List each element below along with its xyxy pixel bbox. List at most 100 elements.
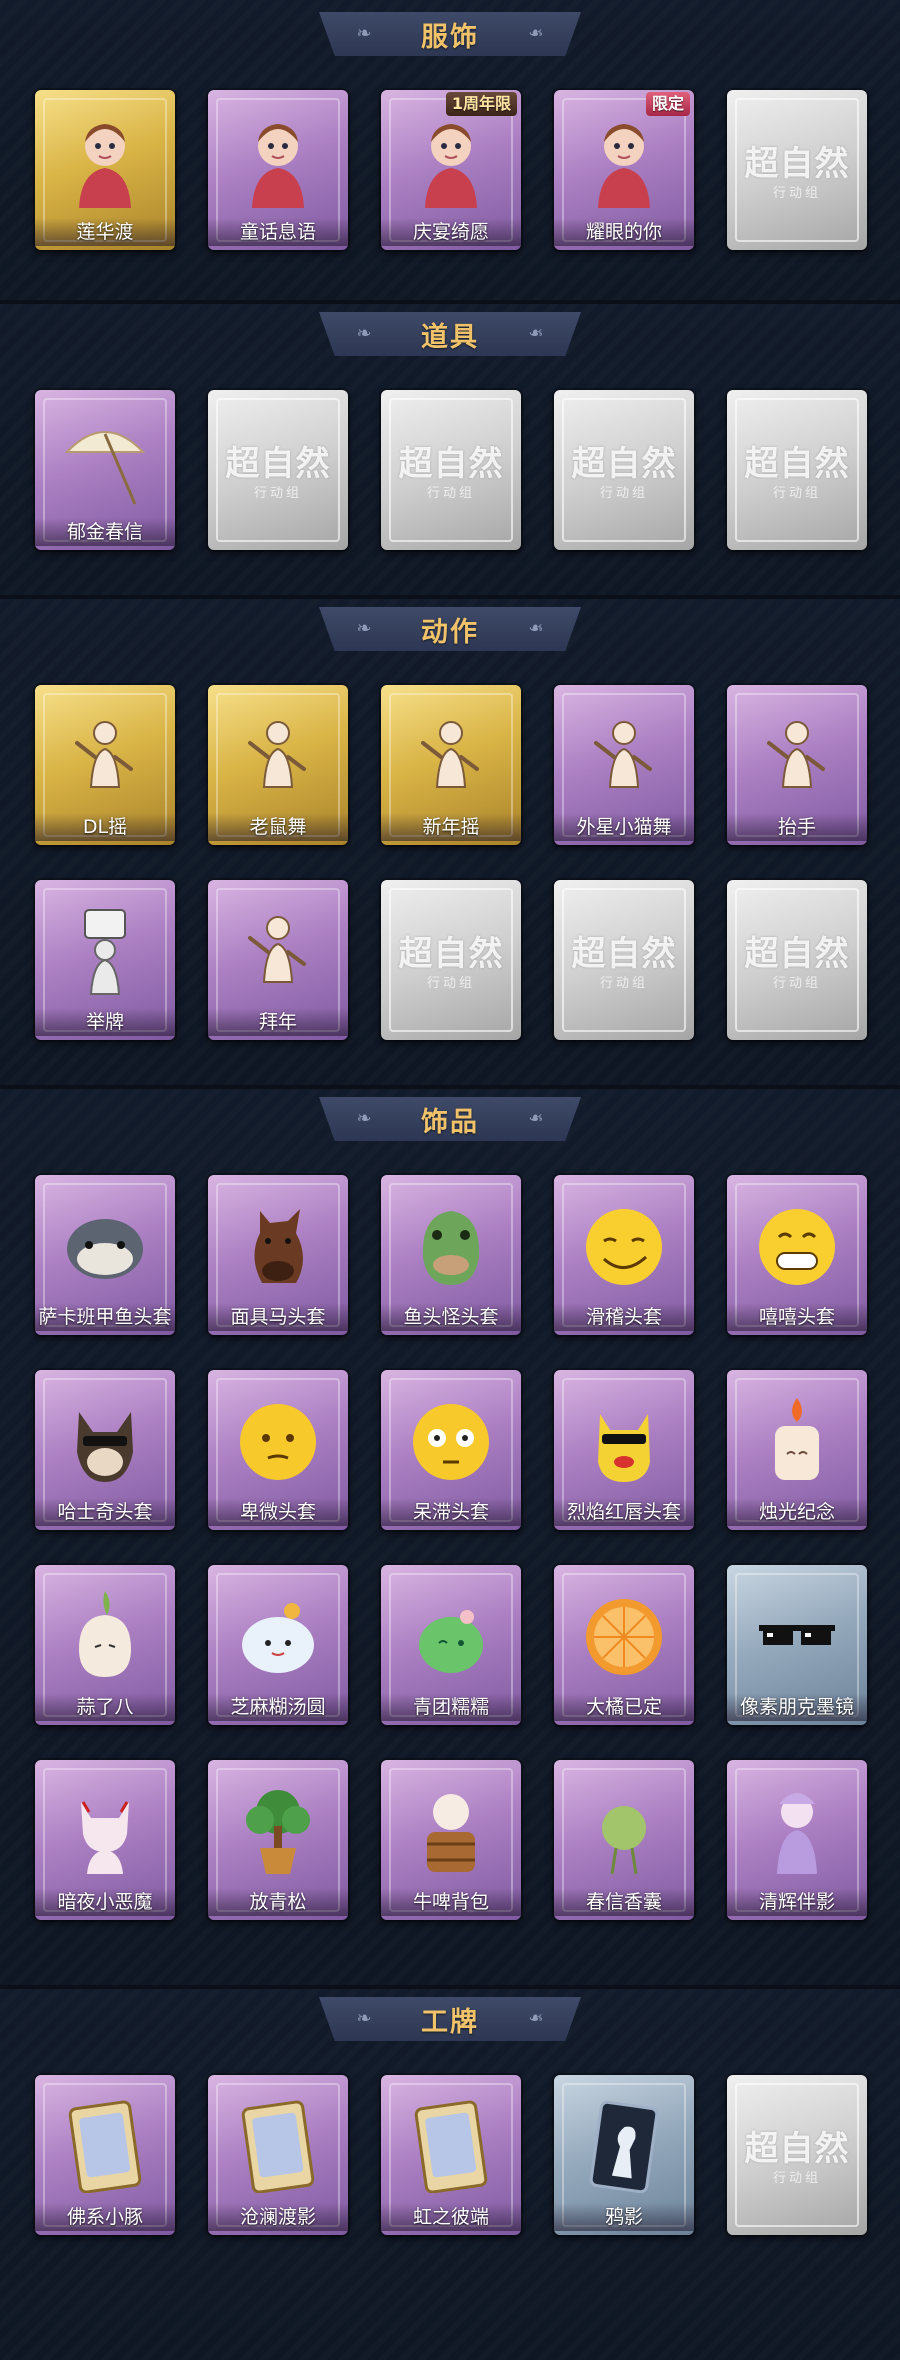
empty-item-slot[interactable]: 超自然 行动组 <box>208 390 348 550</box>
item-card[interactable]: 耀眼的你 限定 <box>554 90 694 250</box>
cow-barrel-icon <box>427 1794 475 1872</box>
item-card[interactable]: 面具马头套 <box>208 1175 348 1335</box>
item-name: 像素朋克墨镜 <box>727 1693 867 1721</box>
empty-item-slot[interactable]: 超自然 行动组 <box>727 390 867 550</box>
item-card[interactable]: 鱼头怪头套 <box>381 1175 521 1335</box>
item-name: 莲华渡 <box>35 218 175 246</box>
item-name: 清辉伴影 <box>727 1888 867 1916</box>
section-header-banner: ❧ 饰品 ❧ <box>319 1097 581 1141</box>
item-card[interactable]: 烛光纪念 <box>727 1370 867 1530</box>
item-card[interactable]: 牛啤背包 <box>381 1760 521 1920</box>
devil-icon <box>81 1801 129 1874</box>
dance-figure-icon <box>75 721 133 788</box>
item-card[interactable]: 莲华渡 <box>35 90 175 250</box>
item-card[interactable]: 萨卡班甲鱼头套 <box>35 1175 175 1335</box>
garlic-icon <box>79 1591 131 1677</box>
item-card[interactable]: 童话息语 <box>208 90 348 250</box>
item-card[interactable]: 鸦影 <box>554 2075 694 2235</box>
item-card[interactable]: 郁金春信 <box>35 390 175 550</box>
candle-icon <box>775 1398 819 1480</box>
item-card[interactable]: 蒜了八 <box>35 1565 175 1725</box>
placeholder-watermark-subtitle: 行动组 <box>599 976 648 991</box>
item-card[interactable]: 卑微头套 <box>208 1370 348 1530</box>
placeholder-watermark-subtitle: 行动组 <box>772 2171 821 2186</box>
empty-item-slot[interactable]: 超自然 行动组 <box>381 390 521 550</box>
swirl-ornament-icon: ❧ <box>356 618 372 639</box>
empty-item-slot[interactable]: 超自然 行动组 <box>554 880 694 1040</box>
item-name: 老鼠舞 <box>208 813 348 841</box>
item-card[interactable]: 庆宴绮愿 1周年限 <box>381 90 521 250</box>
husky-head-icon <box>77 1412 133 1482</box>
item-card[interactable]: 春信香囊 <box>554 1760 694 1920</box>
costume-icon <box>598 124 650 208</box>
item-card[interactable]: 沧澜渡影 <box>208 2075 348 2235</box>
item-card[interactable]: 清辉伴影 <box>727 1760 867 1920</box>
dance-figure-icon <box>248 916 306 983</box>
section-header-banner: ❧ 动作 ❧ <box>319 607 581 651</box>
bonsai-icon <box>246 1790 310 1874</box>
item-name: 鱼头怪头套 <box>381 1303 521 1331</box>
item-card[interactable]: 抬手 <box>727 685 867 845</box>
placeholder-watermark: 超自然 <box>398 934 504 974</box>
item-card[interactable]: 新年摇 <box>381 685 521 845</box>
placeholder-watermark-subtitle: 行动组 <box>426 486 475 501</box>
item-card[interactable]: 呆滞头套 <box>381 1370 521 1530</box>
placeholder-watermark: 超自然 <box>744 2129 850 2169</box>
badge-card-icon <box>241 2100 315 2193</box>
swirl-ornament-icon: ❧ <box>356 23 372 44</box>
placeholder-watermark: 超自然 <box>744 144 850 184</box>
item-name: 牛啤背包 <box>381 1888 521 1916</box>
item-card[interactable]: 佛系小豚 <box>35 2075 175 2235</box>
item-card[interactable]: 芝麻糊汤圆 <box>208 1565 348 1725</box>
item-card[interactable]: 滑稽头套 <box>554 1175 694 1335</box>
item-card[interactable]: 烈焰红唇头套 <box>554 1370 694 1530</box>
item-name: 童话息语 <box>208 218 348 246</box>
dance-figure-icon <box>594 721 652 788</box>
empty-item-slot[interactable]: 超自然 行动组 <box>554 390 694 550</box>
section-4: ❧ 工牌 ❧ 佛系小豚 沧澜渡影 虹之彼端 鸦影 超自然 行动组 <box>0 1985 900 2360</box>
item-card[interactable]: 老鼠舞 <box>208 685 348 845</box>
item-card[interactable]: 像素朋克墨镜 <box>727 1565 867 1725</box>
item-name: 庆宴绮愿 <box>381 218 521 246</box>
item-card[interactable]: 哈士奇头套 <box>35 1370 175 1530</box>
smirk-face-icon <box>586 1209 662 1285</box>
item-card[interactable]: 拜年 <box>208 880 348 1040</box>
placeholder-watermark-subtitle: 行动组 <box>253 486 302 501</box>
section-1: ❧ 道具 ❧ 郁金春信 超自然 行动组 超自然 行动组 超自然 行动组 超自然 行动组 <box>0 300 900 595</box>
orange-slice-icon <box>586 1599 662 1675</box>
placeholder-watermark: 超自然 <box>571 444 677 484</box>
item-name: 萨卡班甲鱼头套 <box>35 1303 175 1331</box>
item-name: 大橘已定 <box>554 1693 694 1721</box>
item-name: 哈士奇头套 <box>35 1498 175 1526</box>
swirl-ornament-icon: ❧ <box>528 618 544 639</box>
section-3: ❧ 饰品 ❧ 萨卡班甲鱼头套 面具马头套 鱼头怪头套 滑稽头套 嘻嘻头套哈士奇头套 卑微头套 呆滞… <box>0 1085 900 1985</box>
item-card[interactable]: 虹之彼端 <box>381 2075 521 2235</box>
item-card[interactable]: 嘻嘻头套 <box>727 1175 867 1335</box>
horse-head-icon <box>254 1209 303 1283</box>
section-divider <box>0 595 900 599</box>
item-card[interactable]: DL摇 <box>35 685 175 845</box>
item-name: 春信香囊 <box>554 1888 694 1916</box>
empty-item-slot[interactable]: 超自然 行动组 <box>727 90 867 250</box>
placeholder-watermark-subtitle: 行动组 <box>772 486 821 501</box>
empty-item-slot[interactable]: 超自然 行动组 <box>727 880 867 1040</box>
item-card[interactable]: 大橘已定 <box>554 1565 694 1725</box>
empty-item-slot[interactable]: 超自然 行动组 <box>381 880 521 1040</box>
item-card[interactable]: 青团糯糯 <box>381 1565 521 1725</box>
item-card[interactable]: 放青松 <box>208 1760 348 1920</box>
fish-head-icon <box>67 1219 143 1279</box>
item-name: 放青松 <box>208 1888 348 1916</box>
dumpling-icon <box>242 1603 314 1673</box>
badge-card-icon <box>414 2100 488 2193</box>
placeholder-watermark-subtitle: 行动组 <box>772 186 821 201</box>
swirl-ornament-icon: ❧ <box>528 2008 544 2029</box>
placeholder-watermark: 超自然 <box>744 444 850 484</box>
empty-item-slot[interactable]: 超自然 行动组 <box>727 2075 867 2235</box>
placeholder-watermark: 超自然 <box>225 444 331 484</box>
limited-badge: 1周年限 <box>445 92 517 116</box>
umbrella-icon <box>64 431 146 505</box>
item-name: 耀眼的你 <box>554 218 694 246</box>
item-card[interactable]: 举牌 <box>35 880 175 1040</box>
item-card[interactable]: 暗夜小恶魔 <box>35 1760 175 1920</box>
item-card[interactable]: 外星小猫舞 <box>554 685 694 845</box>
